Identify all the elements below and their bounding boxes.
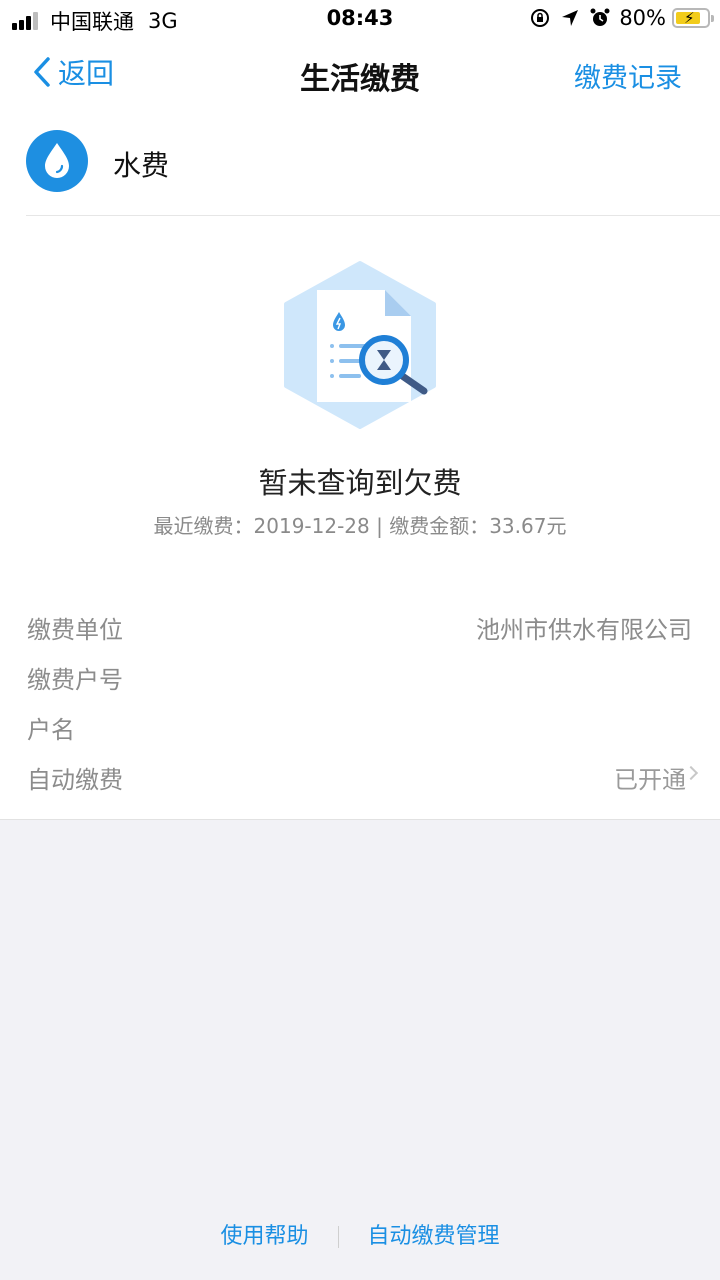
service-header: 水费 <box>0 110 720 216</box>
footer-divider <box>337 1226 339 1248</box>
info-row-payment-unit: 缴费单位 池州市供水有限公司 <box>0 600 720 650</box>
status-bar: 中国联通 3G 08:43 80% ⚡ <box>0 0 720 38</box>
account-info-list: 缴费单位 池州市供水有限公司 缴费户号 户名 自动缴费 已开通 <box>0 600 720 800</box>
chevron-right-icon <box>683 765 699 781</box>
info-row-account-number: 缴费户号 <box>0 650 720 700</box>
status-right: 80% ⚡ <box>521 6 714 30</box>
info-row-account-name: 户名 <box>0 700 720 750</box>
payment-records-button[interactable]: 缴费记录 <box>574 56 682 95</box>
auto-pay-status: 已开通 <box>614 766 686 794</box>
lock-rotation-icon <box>531 9 550 27</box>
battery-percent: 80% <box>619 6 666 30</box>
water-drop-icon <box>26 130 88 192</box>
empty-state-title: 暂未查询到欠费 <box>258 466 462 500</box>
info-label: 缴费单位 <box>27 616 123 644</box>
chevron-left-icon <box>34 57 50 87</box>
screen: 中国联通 3G 08:43 80% ⚡ 返回 生活缴费 缴费记录 水费 暂未查询… <box>0 0 720 1280</box>
navigation-bar: 返回 生活缴费 缴费记录 <box>0 38 720 110</box>
info-value: 池州市供水有限公司 <box>476 616 692 644</box>
back-button[interactable]: 返回 <box>32 52 114 92</box>
divider <box>26 215 720 216</box>
info-row-auto-pay[interactable]: 自动缴费 已开通 <box>0 750 720 800</box>
battery-charging-icon: ⚡ <box>672 8 714 28</box>
service-name: 水费 <box>113 149 170 182</box>
back-label: 返回 <box>58 57 115 90</box>
bill-content: 水费 暂未查询到欠费 最近缴费：2019-12-28 | 缴费金额：33.67元… <box>0 110 720 820</box>
last-payment-info: 最近缴费：2019-12-28 | 缴费金额：33.67元 <box>153 514 567 538</box>
footer-links: 使用帮助 自动缴费管理 <box>0 1218 720 1250</box>
location-arrow-icon <box>562 10 579 26</box>
help-link[interactable]: 使用帮助 <box>220 1224 308 1249</box>
document-search-icon <box>284 261 436 429</box>
info-label: 自动缴费 <box>27 766 123 794</box>
alarm-icon <box>590 8 610 26</box>
auto-pay-management-link[interactable]: 自动缴费管理 <box>368 1224 500 1249</box>
info-label: 户名 <box>27 716 75 744</box>
info-label: 缴费户号 <box>27 666 123 694</box>
